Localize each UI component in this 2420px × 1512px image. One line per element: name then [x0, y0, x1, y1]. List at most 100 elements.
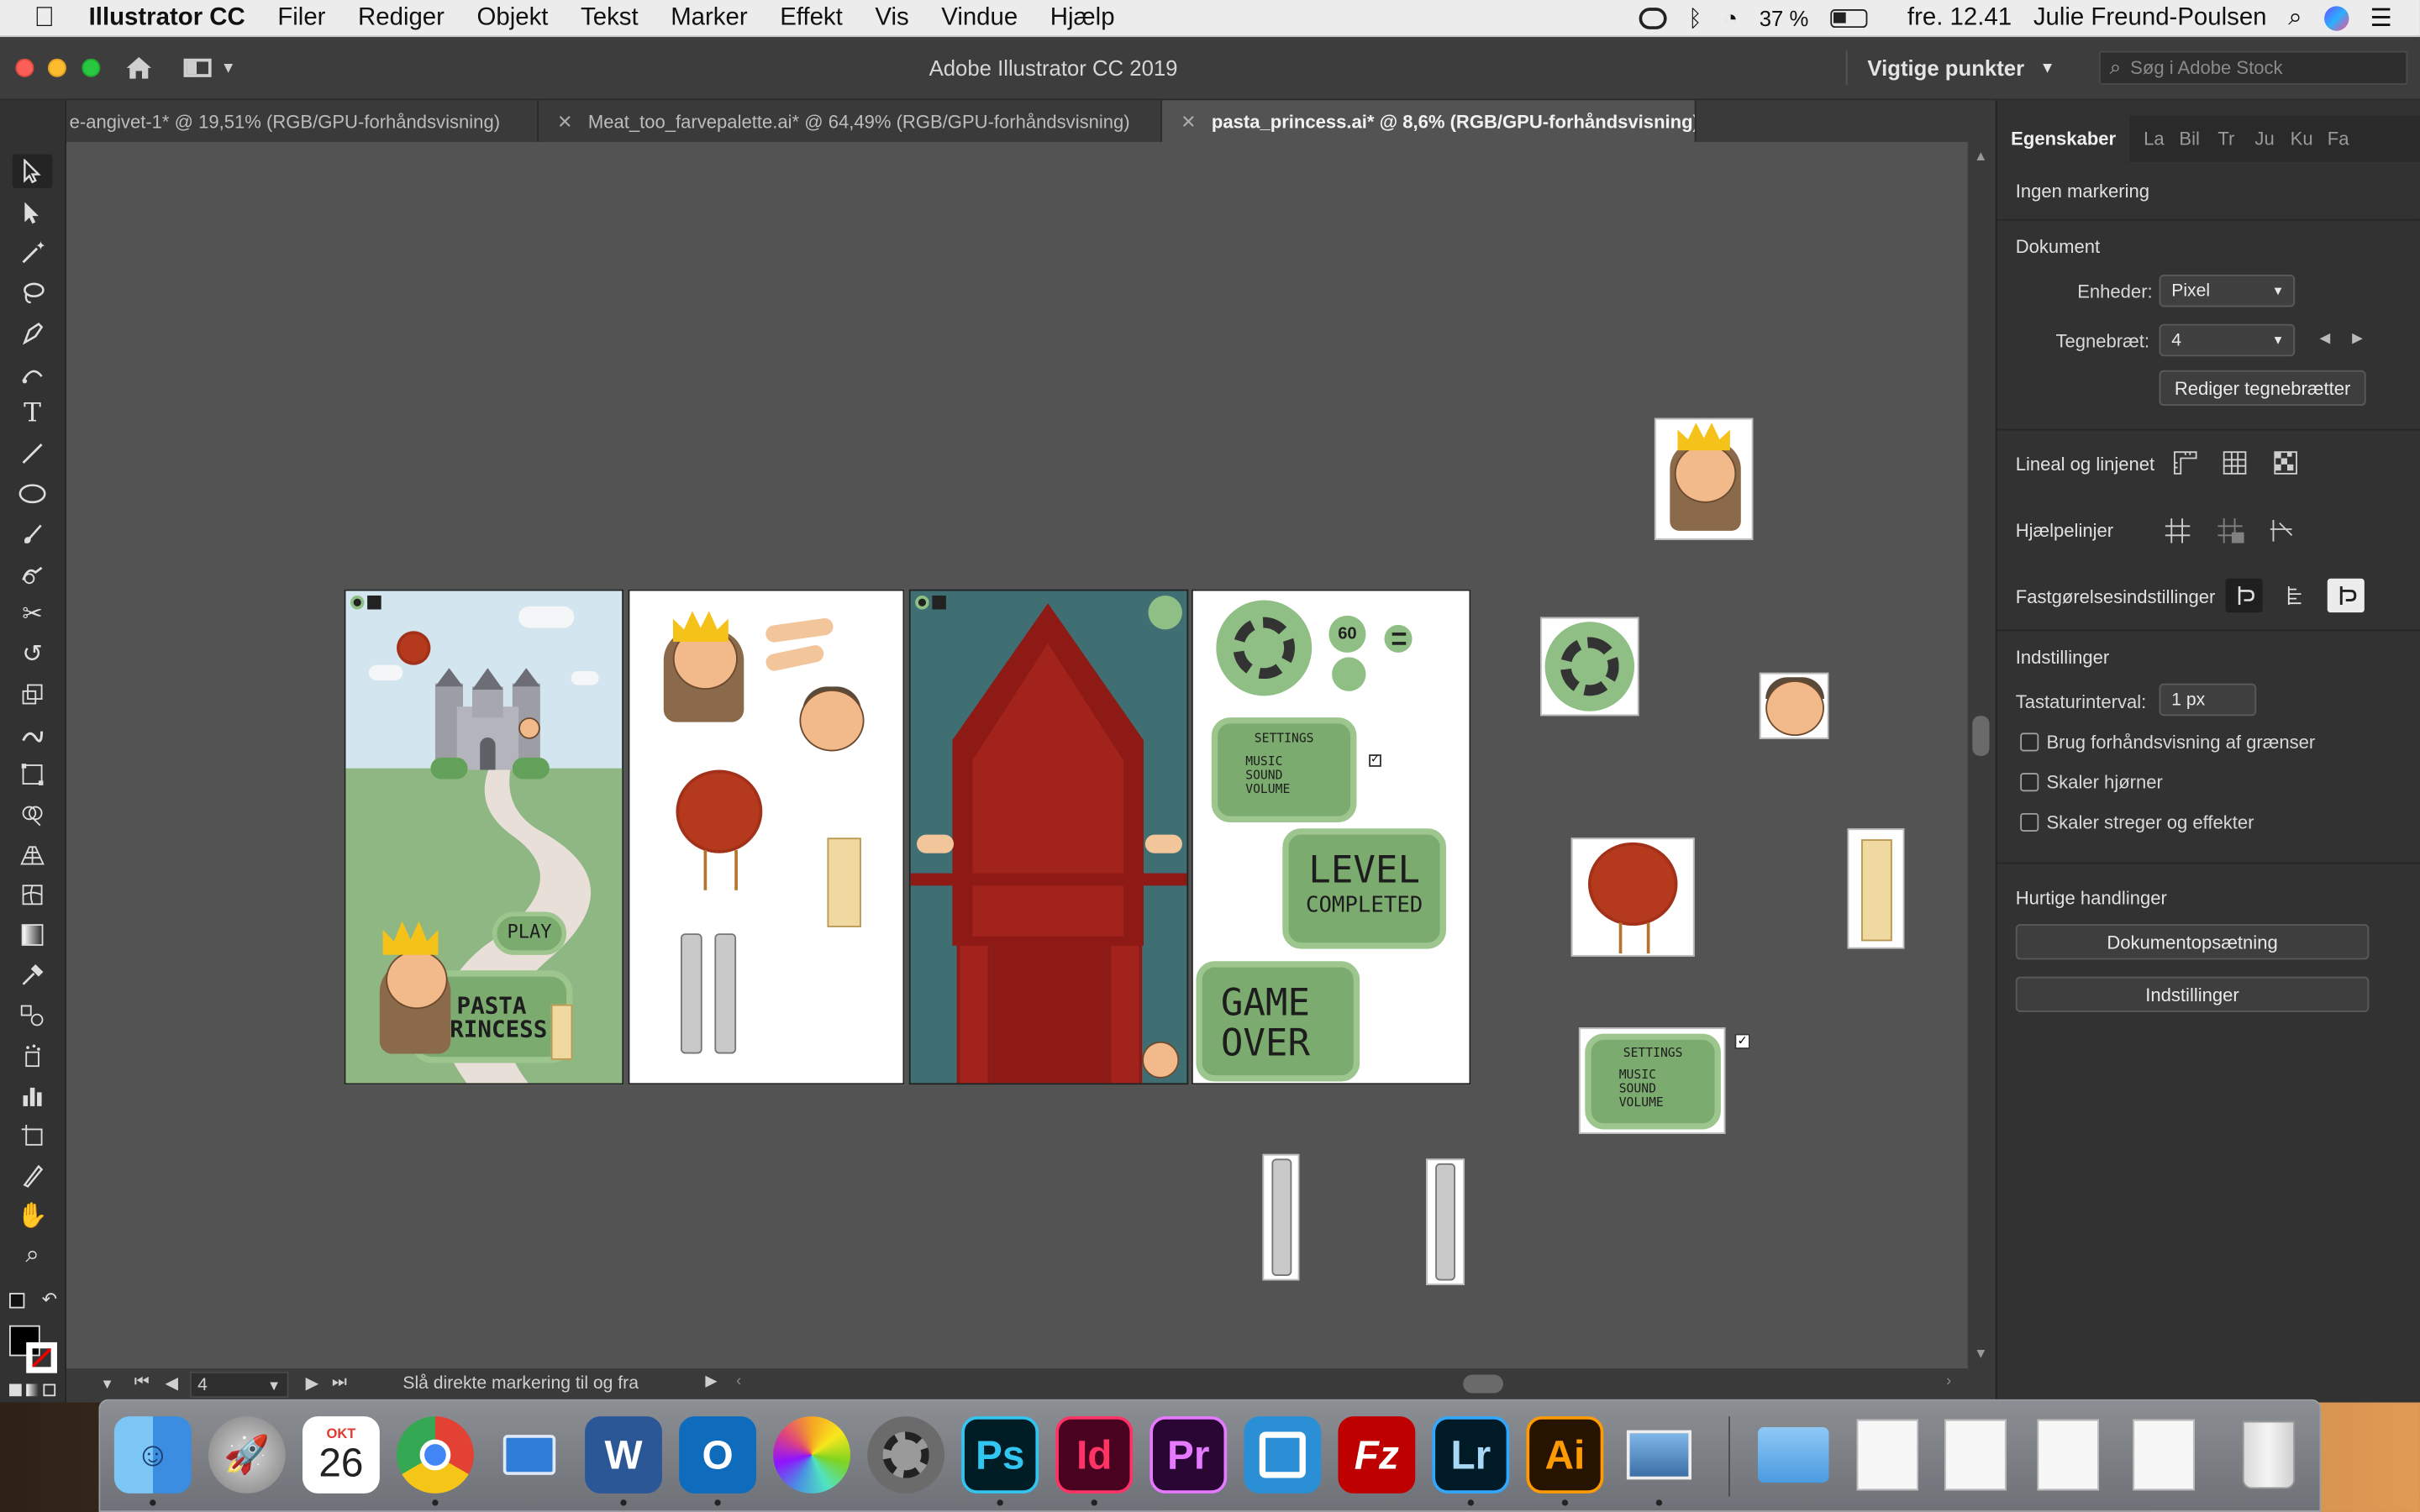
- scale-tool-icon[interactable]: [13, 677, 53, 711]
- warp-tool-icon[interactable]: [13, 717, 53, 751]
- paintbrush-tool-icon[interactable]: [13, 517, 53, 550]
- tab-meat-too[interactable]: ✕ Meat_too_farvepalette.ai* @ 64,49% (RG…: [539, 100, 1163, 142]
- horizontal-scroll-thumb[interactable]: [1463, 1374, 1503, 1394]
- artboard-number-field[interactable]: 4 ▼: [189, 1371, 289, 1399]
- battery-icon[interactable]: [1830, 9, 1868, 29]
- notification-center-icon[interactable]: ☰: [2370, 3, 2392, 34]
- outlook-icon[interactable]: O: [679, 1416, 756, 1494]
- hand-tool-icon[interactable]: ✋: [13, 1199, 53, 1232]
- screen-capture-icon[interactable]: [1244, 1416, 1322, 1494]
- zoom-dropdown-chevron-icon[interactable]: ▼: [100, 1376, 113, 1391]
- ruler-icon[interactable]: [2171, 449, 2199, 476]
- free-transform-tool-icon[interactable]: [13, 758, 53, 791]
- artboard-select[interactable]: 4 ▼: [2159, 323, 2296, 357]
- preview-bounds-checkbox[interactable]: [2020, 732, 2039, 752]
- smart-guides-icon[interactable]: [2267, 517, 2298, 544]
- scroll-down-icon[interactable]: ▼: [1974, 1346, 1987, 1361]
- finder-icon[interactable]: ☺: [113, 1416, 192, 1494]
- illustrator-icon[interactable]: Ai: [1526, 1416, 1604, 1494]
- filezilla-icon[interactable]: Fz: [1338, 1416, 1416, 1494]
- transparency-grid-icon[interactable]: [2272, 449, 2300, 476]
- column-graph-tool-icon[interactable]: [13, 1079, 53, 1112]
- slice-tool-icon[interactable]: [13, 1158, 53, 1192]
- edit-artboards-button[interactable]: Rediger tegnebrætter: [2159, 370, 2366, 407]
- asset-settings-panel[interactable]: SETTINGS MUSIC SOUND VOLUME: [1578, 1027, 1726, 1134]
- units-select[interactable]: Pixel ▼: [2159, 274, 2296, 307]
- ellipse-tool-icon[interactable]: [13, 477, 53, 511]
- perspective-grid-tool-icon[interactable]: [13, 837, 53, 871]
- scroll-up-icon[interactable]: ▲: [1974, 148, 1987, 163]
- tab-juster[interactable]: Ju: [2254, 128, 2274, 150]
- lock-guides-icon[interactable]: [2217, 517, 2248, 544]
- mesh-tool-icon[interactable]: [13, 878, 53, 911]
- battery-percent[interactable]: 37 %: [1760, 6, 1809, 30]
- photos-icon[interactable]: [773, 1416, 851, 1494]
- symbol-sprayer-tool-icon[interactable]: [13, 1038, 53, 1072]
- shaper-tool-icon[interactable]: [13, 557, 53, 591]
- scale-strokes-checkbox[interactable]: [2020, 812, 2039, 832]
- lightroom-icon[interactable]: Lr: [1432, 1416, 1510, 1494]
- artboard-characters[interactable]: [628, 589, 905, 1085]
- stroke-color-swatch[interactable]: [26, 1341, 57, 1373]
- previous-artboard-icon[interactable]: ◀: [166, 1373, 179, 1393]
- close-tab-icon[interactable]: ✕: [557, 110, 572, 132]
- artboard-throne[interactable]: [908, 589, 1189, 1085]
- document-stack-icon[interactable]: [1849, 1416, 1926, 1494]
- asset-fork[interactable]: [1426, 1158, 1465, 1285]
- menu-hjaelp[interactable]: Hjælp: [1050, 4, 1115, 32]
- vertical-scrollbar[interactable]: ▲ ▼: [1967, 141, 1996, 1369]
- first-artboard-icon[interactable]: ⏮: [134, 1373, 150, 1394]
- menu-vindue[interactable]: Vindue: [941, 4, 1018, 32]
- asset-settings-gear[interactable]: [1540, 617, 1639, 717]
- preview-icon[interactable]: [1621, 1416, 1698, 1494]
- status-menu-icon[interactable]: ▶: [705, 1373, 717, 1390]
- bluetooth-icon[interactable]: ᛒ: [1688, 5, 1702, 31]
- asset-boy-face[interactable]: [1759, 672, 1829, 739]
- menu-tekst[interactable]: Tekst: [581, 4, 639, 32]
- line-tool-icon[interactable]: [13, 437, 53, 470]
- snap-to-point-icon[interactable]: [2280, 579, 2313, 612]
- asset-pasta[interactable]: [1847, 828, 1905, 949]
- direct-selection-tool-icon[interactable]: [13, 196, 53, 229]
- siri-icon[interactable]: [2323, 6, 2349, 31]
- trash-icon[interactable]: [2230, 1416, 2307, 1494]
- blend-tool-icon[interactable]: [13, 998, 53, 1032]
- artboard-tool-icon[interactable]: [13, 1119, 53, 1152]
- grid-icon[interactable]: [2221, 449, 2249, 476]
- spotlight-search-icon[interactable]: ⌕: [2288, 5, 2302, 33]
- menu-rediger[interactable]: Rediger: [358, 4, 445, 32]
- lasso-tool-icon[interactable]: [13, 276, 53, 310]
- adobe-stock-search[interactable]: ⌕ Søg i Adobe Stock: [2098, 50, 2408, 86]
- document-stack-icon[interactable]: [1937, 1416, 2014, 1494]
- asset-meatball[interactable]: [1570, 837, 1695, 957]
- document-stack-icon[interactable]: [2125, 1416, 2202, 1494]
- show-guides-icon[interactable]: [2164, 517, 2191, 544]
- asset-fork[interactable]: [1262, 1153, 1300, 1281]
- snap-to-glyph-icon[interactable]: [2327, 578, 2365, 613]
- apple-icon[interactable]: : [34, 2, 55, 34]
- eyedropper-tool-icon[interactable]: [13, 958, 53, 992]
- artboard-canvas[interactable]: PLAY PASTA PRINCESS 60 SETTINGS MUSIC SO…: [66, 141, 1968, 1369]
- indesign-icon[interactable]: Id: [1055, 1416, 1134, 1494]
- previous-artboard-icon[interactable]: ◀: [2320, 330, 2331, 347]
- selection-tool-icon[interactable]: [12, 154, 53, 189]
- close-tab-icon[interactable]: ✕: [1181, 110, 1196, 132]
- tab-lag[interactable]: La: [2144, 128, 2165, 150]
- document-stack-icon[interactable]: [2029, 1416, 2107, 1494]
- tab-pasta-princess[interactable]: ✕ pasta_princess.ai* @ 8,6% (RGB/GPU-for…: [1162, 100, 1697, 142]
- system-preferences-icon[interactable]: [867, 1416, 945, 1494]
- keynote-icon[interactable]: [491, 1416, 568, 1494]
- asset-checkbox[interactable]: ✓: [1734, 1033, 1750, 1049]
- rotate-tool-icon[interactable]: ↺: [13, 638, 53, 671]
- gradient-tool-icon[interactable]: [13, 918, 53, 952]
- tab-document-1[interactable]: e-angivet-1* @ 19,51% (RGB/GPU-forhåndsv…: [66, 100, 539, 142]
- next-artboard-icon[interactable]: ▶: [306, 1373, 319, 1393]
- word-icon[interactable]: W: [585, 1416, 662, 1494]
- shape-builder-tool-icon[interactable]: [13, 798, 53, 832]
- keyboard-increment-field[interactable]: 1 px: [2159, 683, 2257, 717]
- photoshop-icon[interactable]: Ps: [961, 1416, 1039, 1494]
- scissors-tool-icon[interactable]: ✂: [13, 597, 53, 631]
- last-artboard-icon[interactable]: ⏭: [332, 1373, 347, 1394]
- artboard-ui-screens[interactable]: 60 SETTINGS MUSIC SOUND VOLUME ✓ LEVEL C…: [1191, 589, 1471, 1085]
- swap-colors-icon[interactable]: ↶: [42, 1289, 57, 1310]
